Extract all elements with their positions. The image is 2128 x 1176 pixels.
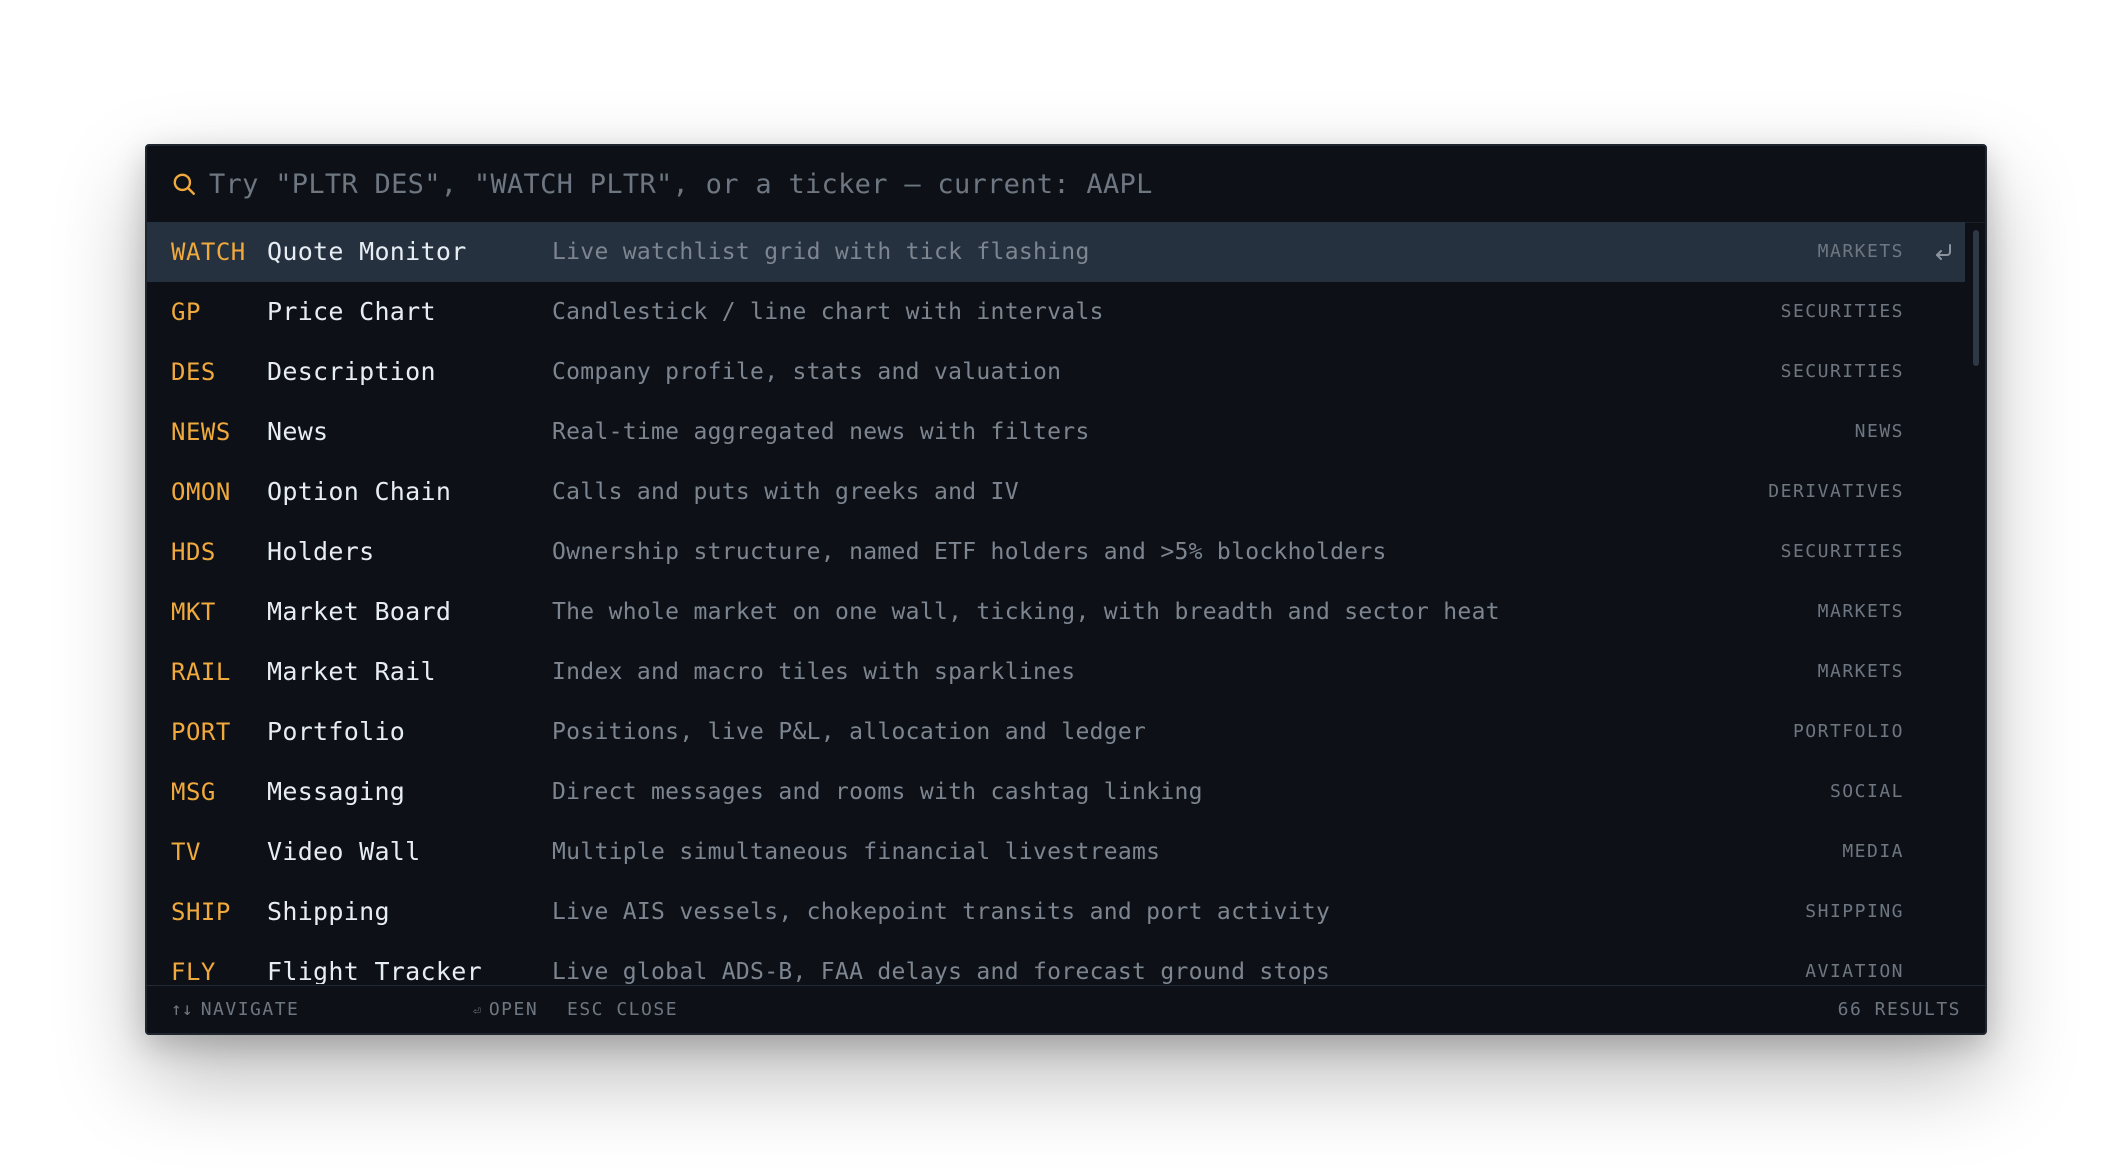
result-row-ship[interactable]: SHIP Shipping Live AIS vessels, chokepoint…: [147, 882, 1965, 942]
function-code: MKT: [171, 598, 216, 626]
function-description: Company profile, stats and valuation: [552, 359, 1062, 385]
footer: ↑↓ NAVIGATE ⏎ OPEN ESC CLOSE 66 RESULTS: [147, 985, 1985, 1033]
category-label: PORTFOLIO: [1792, 721, 1904, 742]
function-name: Messaging: [267, 777, 406, 806]
category-label: SECURITIES: [1780, 301, 1904, 322]
close-hint: ESC CLOSE: [567, 999, 679, 1020]
function-name: Video Wall: [267, 837, 421, 866]
result-row-tv[interactable]: TV Video Wall Multiple simultaneous financ…: [147, 822, 1965, 882]
result-row-port[interactable]: PORT Portfolio Positions, live P&L, alloca…: [147, 702, 1965, 762]
navigate-hint: ↑↓ NAVIGATE: [171, 986, 299, 1033]
enter-icon: ⏎: [473, 1004, 481, 1019]
function-description: Multiple simultaneous financial livestre…: [552, 839, 1161, 865]
function-description: Real-time aggregated news with filters: [552, 419, 1090, 445]
command-palette: WATCH Quote Monitor Live watchlist grid wi…: [145, 144, 1987, 1035]
result-row-fly[interactable]: FLY Flight Tracker Live global ADS-B, FAA …: [147, 942, 1965, 984]
category-label: MEDIA: [1842, 841, 1904, 862]
result-row-news[interactable]: NEWS News Real-time aggregated news with f…: [147, 402, 1965, 462]
function-description: Positions, live P&L, allocation and ledg…: [552, 719, 1147, 745]
category-label: SECURITIES: [1780, 361, 1904, 382]
category-label: SECURITIES: [1780, 541, 1904, 562]
function-code: RAIL: [171, 658, 231, 686]
scrollbar[interactable]: [1969, 226, 1983, 984]
function-description: Direct messages and rooms with cashtag l…: [552, 779, 1203, 805]
function-description: Live global ADS-B, FAA delays and foreca…: [552, 959, 1331, 984]
arrows-icon: ↑↓: [171, 999, 193, 1020]
function-code: WATCH: [171, 238, 246, 266]
result-row-gp[interactable]: GP Price Chart Candlestick / line chart wi…: [147, 282, 1965, 342]
function-name: Option Chain: [267, 477, 452, 506]
function-description: Ownership structure, named ETF holders a…: [552, 539, 1387, 565]
result-row-msg[interactable]: MSG Messaging Direct messages and rooms wi…: [147, 762, 1965, 822]
function-description: Candlestick / line chart with intervals: [552, 299, 1104, 325]
function-name: Price Chart: [267, 297, 436, 326]
function-code: SHIP: [171, 898, 231, 926]
enter-icon: [1936, 244, 1951, 260]
function-code: DES: [171, 358, 216, 386]
function-code: PORT: [171, 718, 231, 746]
function-description: The whole market on one wall, ticking, w…: [552, 599, 1500, 625]
navigate-label: NAVIGATE: [200, 999, 300, 1020]
result-row-watch[interactable]: WATCH Quote Monitor Live watchlist grid wi…: [147, 222, 1965, 282]
function-description: Calls and puts with greeks and IV: [552, 479, 1019, 505]
function-code: GP: [171, 298, 201, 326]
function-name: Holders: [267, 537, 375, 566]
function-name: Quote Monitor: [267, 237, 467, 266]
function-name: Market Board: [267, 597, 452, 626]
function-description: Live watchlist grid with tick flashing: [552, 239, 1090, 265]
function-name: Market Rail: [267, 657, 436, 686]
function-code: NEWS: [171, 418, 231, 446]
function-description: Live AIS vessels, chokepoint transits an…: [552, 899, 1331, 925]
category-label: NEWS: [1854, 421, 1904, 442]
category-label: MARKETS: [1817, 661, 1904, 682]
result-count: 66 RESULTS: [1837, 999, 1961, 1020]
category-label: SHIPPING: [1805, 901, 1904, 922]
search-input[interactable]: [209, 160, 1965, 208]
search-bar: [147, 146, 1985, 223]
function-code: OMON: [171, 478, 231, 506]
function-name: News: [267, 417, 329, 446]
function-name: Portfolio: [267, 717, 406, 746]
result-row-hds[interactable]: HDS Holders Ownership structure, named ETF…: [147, 522, 1965, 582]
function-description: Index and macro tiles with sparklines: [552, 659, 1076, 685]
function-name: Shipping: [267, 897, 390, 926]
category-label: AVIATION: [1805, 961, 1904, 982]
function-code: MSG: [171, 778, 216, 806]
category-label: MARKETS: [1817, 241, 1904, 262]
category-label: MARKETS: [1817, 601, 1904, 622]
result-row-rail[interactable]: RAIL Market Rail Index and macro tiles wit…: [147, 642, 1965, 702]
function-name: Flight Tracker: [267, 957, 482, 984]
result-row-omon[interactable]: OMON Option Chain Calls and puts with gree…: [147, 462, 1965, 522]
function-name: Description: [267, 357, 436, 386]
results-list: WATCH Quote Monitor Live watchlist grid wi…: [147, 222, 1965, 984]
open-label: OPEN: [488, 999, 539, 1020]
scrollbar-thumb[interactable]: [1973, 230, 1979, 366]
category-label: SOCIAL: [1829, 781, 1904, 802]
category-label: DERIVATIVES: [1768, 481, 1904, 502]
function-code: HDS: [171, 538, 216, 566]
function-code: TV: [171, 838, 201, 866]
result-row-mkt[interactable]: MKT Market Board The whole market on one w…: [147, 582, 1965, 642]
open-hint: ⏎ OPEN: [473, 986, 539, 1033]
function-code: FLY: [171, 958, 216, 984]
result-row-des[interactable]: DES Description Company profile, stats and…: [147, 342, 1965, 402]
search-icon: [173, 173, 195, 195]
